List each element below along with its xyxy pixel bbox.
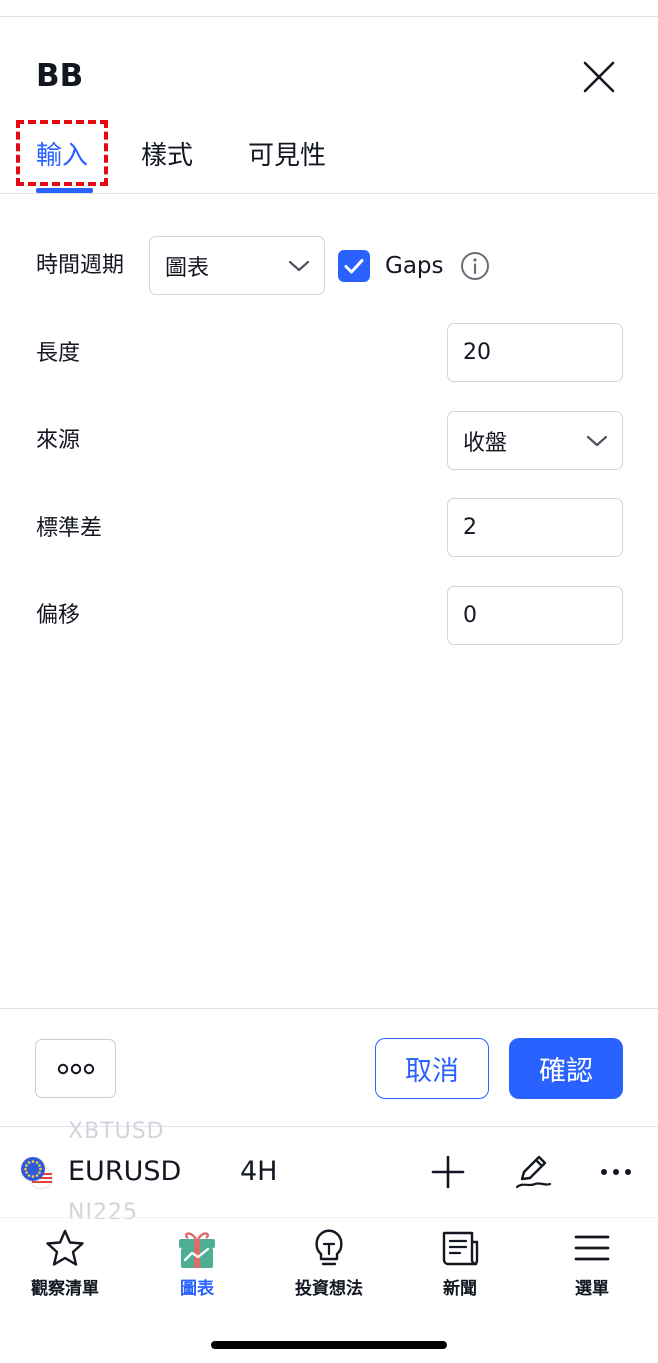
prev-symbol-ghost: XBTUSD — [68, 1119, 165, 1144]
gaps-checkbox[interactable] — [338, 250, 370, 282]
stddev-value: 2 — [463, 515, 477, 540]
length-value: 20 — [463, 340, 491, 365]
nav-label-ideas: 投資想法 — [295, 1279, 363, 1299]
source-select[interactable]: 收盤 — [447, 411, 623, 470]
nav-label-watchlist: 觀察清單 — [31, 1279, 99, 1299]
nav-label-menu: 選單 — [575, 1279, 609, 1299]
tabs-divider — [0, 193, 658, 194]
nav-menu[interactable]: 選單 — [537, 1226, 647, 1299]
lightbulb-icon — [315, 1229, 343, 1266]
tab-visibility[interactable]: 可見性 — [248, 136, 326, 176]
checkmark-icon — [344, 259, 364, 274]
ellipsis-icon — [601, 1169, 631, 1175]
gaps-label: Gaps — [385, 253, 444, 279]
info-button[interactable] — [460, 251, 490, 281]
eu-us-flag-icon — [21, 1157, 53, 1190]
nav-watchlist[interactable]: 觀察清單 — [10, 1226, 120, 1299]
footer-divider — [0, 1008, 658, 1009]
news-icon — [442, 1231, 479, 1266]
stddev-input[interactable]: 2 — [447, 498, 623, 557]
drawing-tools-button[interactable] — [513, 1150, 553, 1190]
length-label: 長度 — [36, 341, 81, 366]
close-icon — [583, 61, 615, 93]
chevron-down-icon — [288, 260, 310, 271]
nav-label-news: 新聞 — [443, 1279, 477, 1299]
info-icon — [461, 252, 489, 280]
interval-button[interactable]: 4H — [240, 1153, 277, 1191]
nav-chart[interactable]: 圖表 — [142, 1226, 252, 1299]
dialog-title: BB — [36, 58, 84, 94]
next-symbol-ghost: NI225 — [68, 1200, 138, 1225]
pen-icon — [515, 1155, 552, 1189]
confirm-button[interactable]: 確認 — [509, 1038, 623, 1099]
nav-ideas[interactable]: 投資想法 — [274, 1226, 384, 1299]
cancel-button[interactable]: 取消 — [375, 1038, 489, 1099]
more-options-button[interactable] — [35, 1039, 116, 1098]
close-button[interactable] — [578, 56, 620, 98]
plus-icon — [431, 1155, 465, 1189]
nav-news[interactable]: 新聞 — [405, 1226, 515, 1299]
more-dots-icon — [57, 1063, 94, 1074]
nav-label-chart: 圖表 — [180, 1279, 214, 1299]
offset-input[interactable]: 0 — [447, 586, 623, 645]
timeframe-select[interactable]: 圖表 — [149, 236, 325, 295]
stddev-label: 標準差 — [36, 516, 103, 541]
timeframe-value: 圖表 — [165, 255, 210, 281]
source-label: 來源 — [36, 428, 81, 453]
nav-divider — [0, 1217, 658, 1218]
timeframe-label: 時間週期 — [36, 253, 125, 278]
home-indicator — [211, 1341, 447, 1349]
offset-value: 0 — [463, 603, 477, 628]
symbol-flag[interactable] — [20, 1156, 54, 1190]
more-menu-button[interactable] — [597, 1152, 637, 1192]
source-value: 收盤 — [463, 430, 508, 456]
add-indicator-button[interactable] — [428, 1152, 468, 1192]
symbol-name[interactable]: EURUSD — [68, 1153, 181, 1191]
menu-icon — [574, 1235, 610, 1261]
offset-label: 偏移 — [36, 603, 81, 628]
top-divider — [0, 16, 658, 17]
tab-style[interactable]: 樣式 — [141, 136, 193, 176]
length-input[interactable]: 20 — [447, 323, 623, 382]
star-icon — [46, 1229, 84, 1266]
highlight-annotation — [16, 120, 108, 186]
chevron-down-icon — [586, 435, 608, 446]
chart-gift-icon — [179, 1232, 215, 1268]
